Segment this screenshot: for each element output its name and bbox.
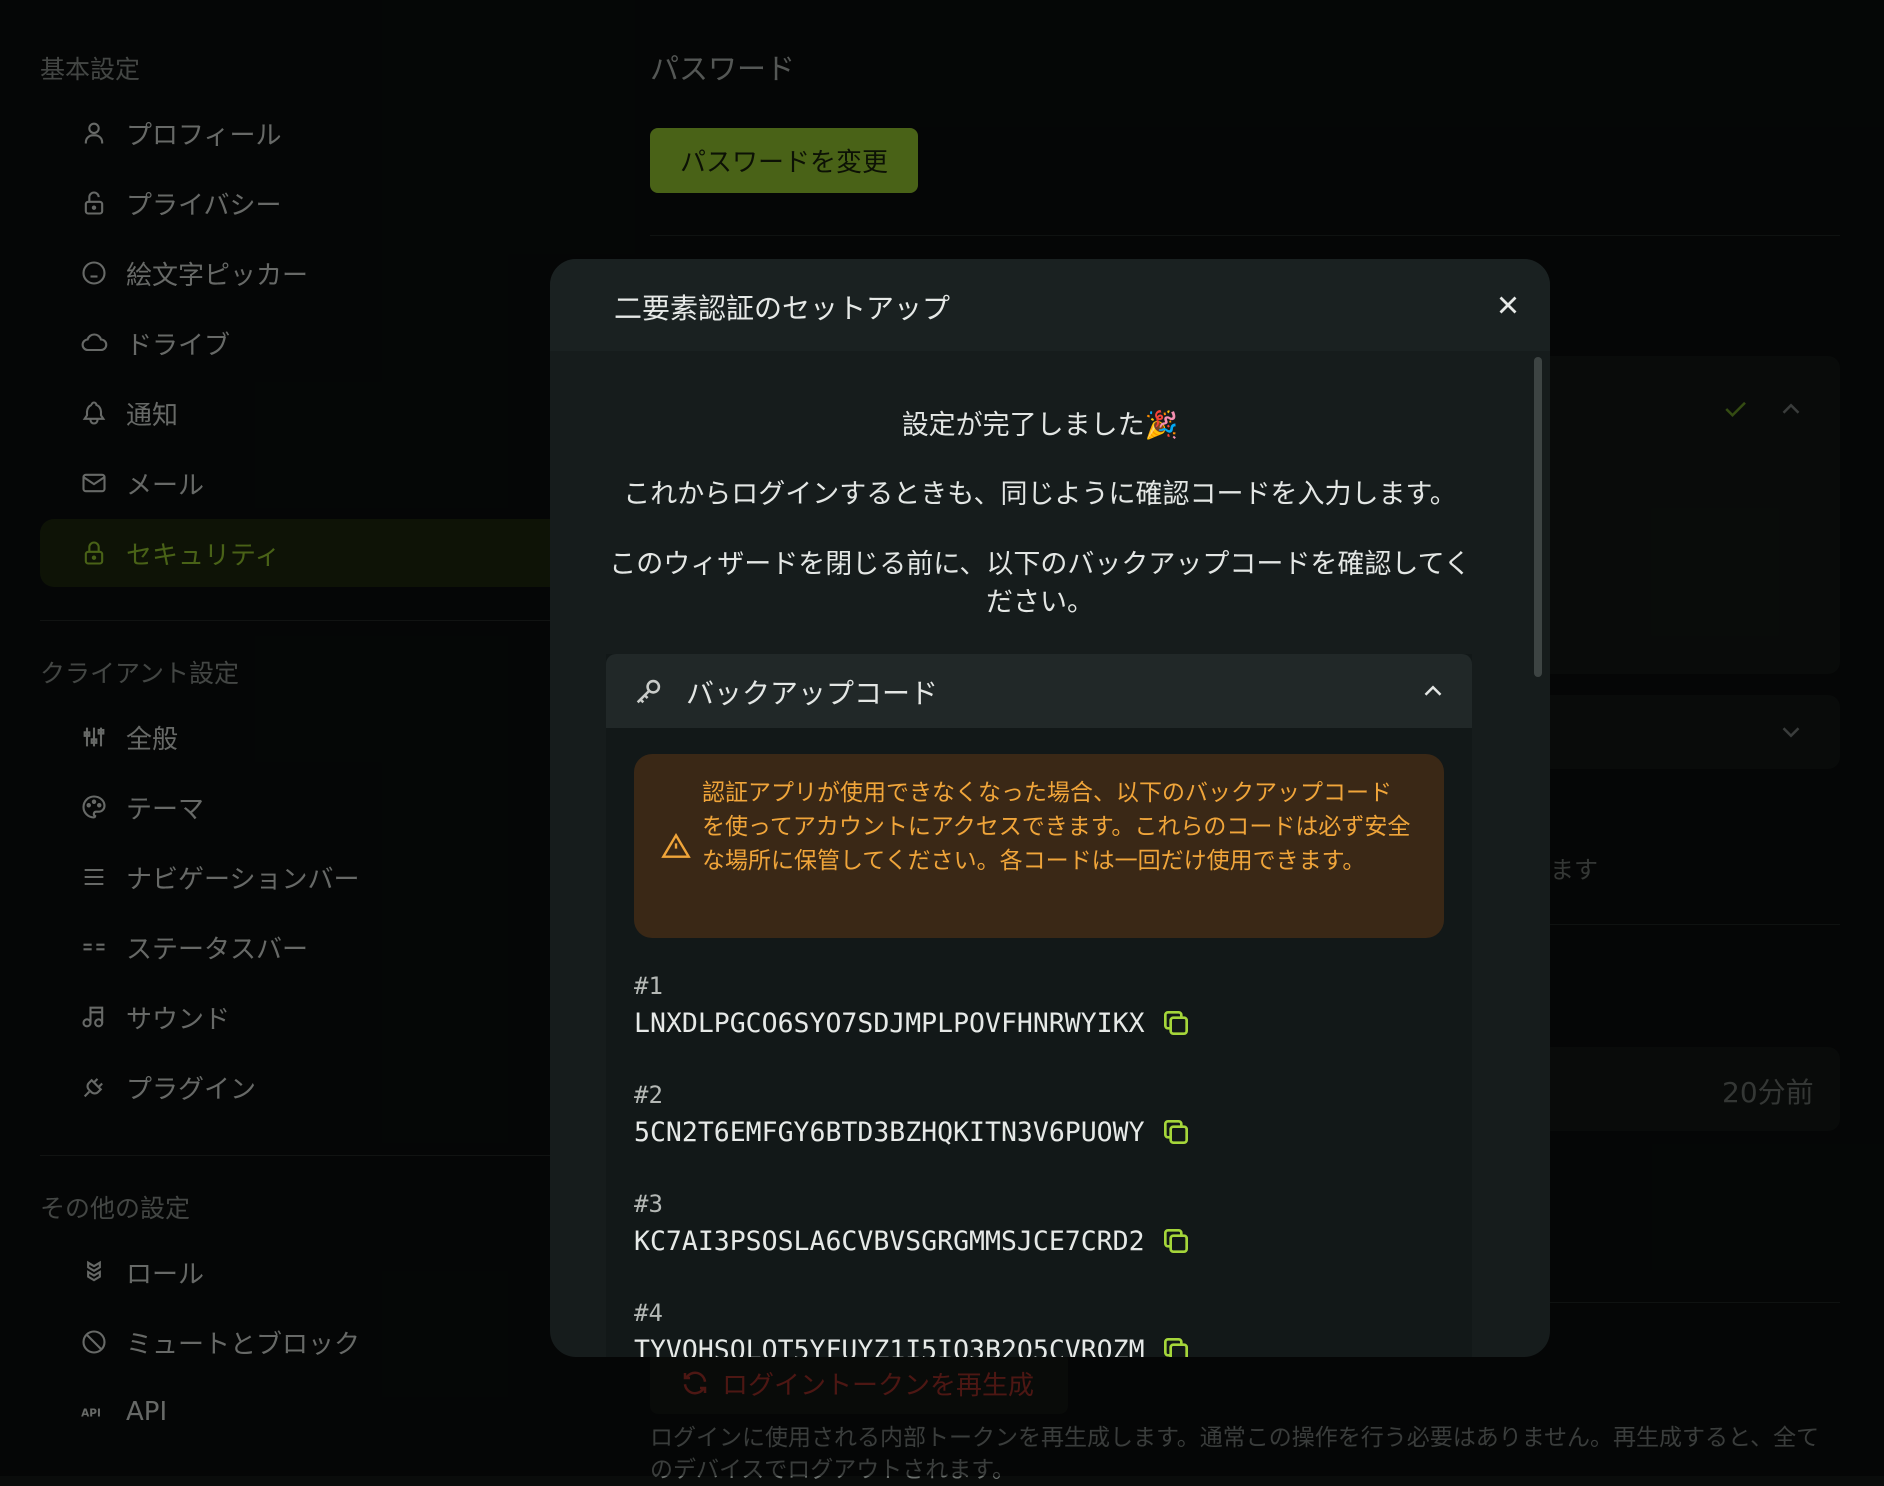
two-factor-setup-dialog: 二要素認証のセットアップ 設定が完了しました🎉 これからログインするときも、同じ… [550, 259, 1550, 1357]
backup-code-item: #1 LNXDLPGCO6SYO7SDJMPLPOVFHNRWYIKX [634, 972, 1454, 1040]
backup-codes-title: バックアップコード [686, 677, 939, 710]
backup-instruction-text: このウィザードを閉じる前に、以下のバックアップコードを確認してください。 [609, 549, 1471, 618]
copy-icon [1163, 1229, 1188, 1253]
backup-code-value: KC7AI3PSOSLA6CVBVSGRGMMSJCE7CRD2 [634, 1225, 1145, 1257]
warning-icon [661, 832, 691, 858]
login-info-text: これからログインするときも、同じように確認コードを入力します。 [623, 479, 1457, 510]
close-icon [1499, 296, 1517, 314]
backup-codes-section: バックアップコード 認証アプリが使用できなくなった場合、以下のバックアップコード… [606, 654, 1472, 1357]
copy-button[interactable] [1159, 1115, 1193, 1149]
backup-code-item: #3 KC7AI3PSOSLA6CVBVSGRGMMSJCE7CRD2 [634, 1190, 1454, 1258]
backup-code-number: #4 [634, 1299, 663, 1327]
backup-code-number: #2 [634, 1081, 663, 1109]
dialog-header: 二要素認証のセットアップ [550, 259, 1550, 351]
copy-button[interactable] [1159, 1333, 1193, 1357]
copy-icon [1163, 1120, 1188, 1144]
backup-code-value: TYVOHSOLOT5YFUYZ1I5IO3B2O5CVROZM [634, 1334, 1145, 1358]
backup-code-number: #1 [634, 972, 663, 1000]
done-message: 設定が完了しました🎉 [901, 410, 1179, 441]
key-icon [636, 679, 661, 704]
copy-button[interactable] [1159, 1224, 1193, 1258]
backup-codes-header[interactable]: バックアップコード [606, 654, 1472, 728]
copy-icon [1163, 1011, 1188, 1035]
backup-code-item: #2 5CN2T6EMFGY6BTD3BZHQKITN3V6PUOWY [634, 1081, 1454, 1149]
backup-code-item: #4 TYVOHSOLOT5YFUYZ1I5IO3B2O5CVROZM [634, 1299, 1454, 1357]
backup-code-value: LNXDLPGCO6SYO7SDJMPLPOVFHNRWYIKX [634, 1007, 1145, 1039]
copy-button[interactable] [1159, 1006, 1193, 1040]
warning-text: 認証アプリが使用できなくなった場合、以下のバックアップコードを使ってアカウントに… [702, 780, 1411, 874]
backup-code-value: 5CN2T6EMFGY6BTD3BZHQKITN3V6PUOWY [634, 1116, 1145, 1148]
copy-icon [1163, 1338, 1188, 1357]
dialog-scrollbar[interactable] [1534, 357, 1542, 677]
dialog-title: 二要素認証のセットアップ [614, 292, 951, 325]
close-button[interactable] [1488, 285, 1528, 325]
chevron-up-icon [1424, 685, 1442, 696]
backup-warning: 認証アプリが使用できなくなった場合、以下のバックアップコードを使ってアカウントに… [634, 754, 1444, 938]
backup-code-number: #3 [634, 1190, 663, 1218]
